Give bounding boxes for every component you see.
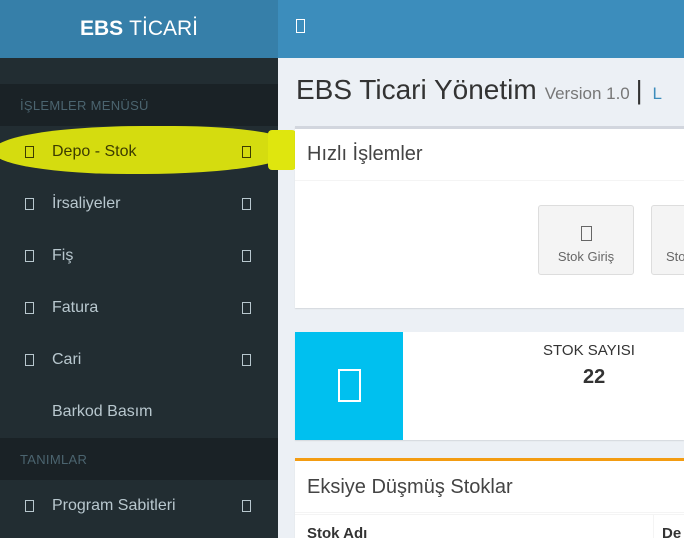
sidebar-item-label: İrsaliyeler: [52, 195, 121, 212]
sidebar-item-label: Barkod Basım: [52, 403, 153, 420]
column-header-de[interactable]: De: [653, 515, 681, 538]
title-link[interactable]: L: [653, 84, 662, 103]
list-icon: [25, 500, 34, 512]
sidebar-item-irsaliyeler[interactable]: İrsaliyeler: [0, 178, 278, 230]
stock-count-value: 22: [583, 366, 606, 388]
stok-giris-label: Stok Giriş: [557, 249, 615, 264]
page-title: EBS Ticari Yönetim Version 1.0 | L: [296, 74, 662, 106]
top-navbar: [278, 0, 684, 58]
column-header-stok-adi[interactable]: Stok Adı: [307, 525, 367, 538]
version-text: Version 1.0: [544, 84, 630, 103]
stock-count-label: STOK SAYISI: [543, 342, 635, 359]
barcode-icon: [25, 406, 34, 418]
page-title-text: EBS Ticari Yönetim: [296, 74, 537, 105]
title-separator: |: [635, 75, 643, 105]
sidebar-item-label: Fiş: [52, 247, 74, 264]
sidebar-item-program-sabitleri[interactable]: Program Sabitleri: [0, 480, 278, 532]
chevron-icon: [242, 146, 251, 158]
stock-count-infobox: STOK SAYISI 22: [295, 332, 684, 440]
quick-actions-box: Hızlı İşlemler Stok Giriş Sto: [295, 126, 684, 308]
sidebar-item-cari[interactable]: Cari: [0, 334, 278, 386]
logo-bold: EBS: [79, 17, 124, 40]
sidebar-item-depo-stok[interactable]: Depo - Stok: [0, 126, 278, 178]
stock-in-icon: [580, 226, 592, 241]
chevron-icon: [242, 500, 251, 512]
stok-cikis-button[interactable]: Sto: [651, 205, 684, 275]
sidebar-item-label: Program Sabitleri: [52, 497, 176, 514]
sidebar-item-label: Fatura: [52, 299, 99, 316]
app-logo[interactable]: EBS TİCARİ: [0, 0, 278, 58]
logo-rest: TİCARİ: [129, 17, 199, 40]
chevron-icon: [242, 302, 251, 314]
sidebar-item-label: Depo - Stok: [52, 143, 137, 160]
list-icon: [25, 302, 34, 314]
sidebar-item-fatura[interactable]: Fatura: [0, 282, 278, 334]
negative-stock-box: Eksiye Düşmüş Stoklar Stok Adı De: [295, 458, 684, 538]
chevron-icon: [242, 250, 251, 262]
sidebar: İŞLEMLER MENÜSÜ Depo - Stok İrsaliyeler …: [0, 58, 296, 538]
chevron-icon: [242, 198, 251, 210]
list-icon: [25, 146, 34, 158]
chevron-icon: [242, 354, 251, 366]
list-icon: [25, 250, 34, 262]
stok-giris-button[interactable]: Stok Giriş: [538, 205, 634, 275]
quick-actions-title: Hızlı İşlemler: [295, 129, 684, 181]
sidebar-item-barkod-basim[interactable]: Barkod Basım: [0, 386, 278, 438]
sidebar-section-tanimlar: TANIMLAR: [0, 438, 278, 480]
list-icon: [25, 354, 34, 366]
table-header-row: Stok Adı De: [295, 514, 684, 538]
stok-cikis-label: Sto: [666, 249, 684, 264]
file-icon: [338, 369, 361, 402]
sidebar-item-label: Cari: [52, 351, 82, 368]
negative-stock-title: Eksiye Düşmüş Stoklar: [295, 461, 684, 513]
infobox-icon-panel: [295, 332, 403, 440]
sidebar-toggle-icon[interactable]: [296, 19, 305, 33]
sidebar-item-fis[interactable]: Fiş: [0, 230, 278, 282]
sidebar-section-islemler: İŞLEMLER MENÜSÜ: [0, 84, 278, 126]
list-icon: [25, 198, 34, 210]
stock-out-icon: [673, 226, 684, 241]
